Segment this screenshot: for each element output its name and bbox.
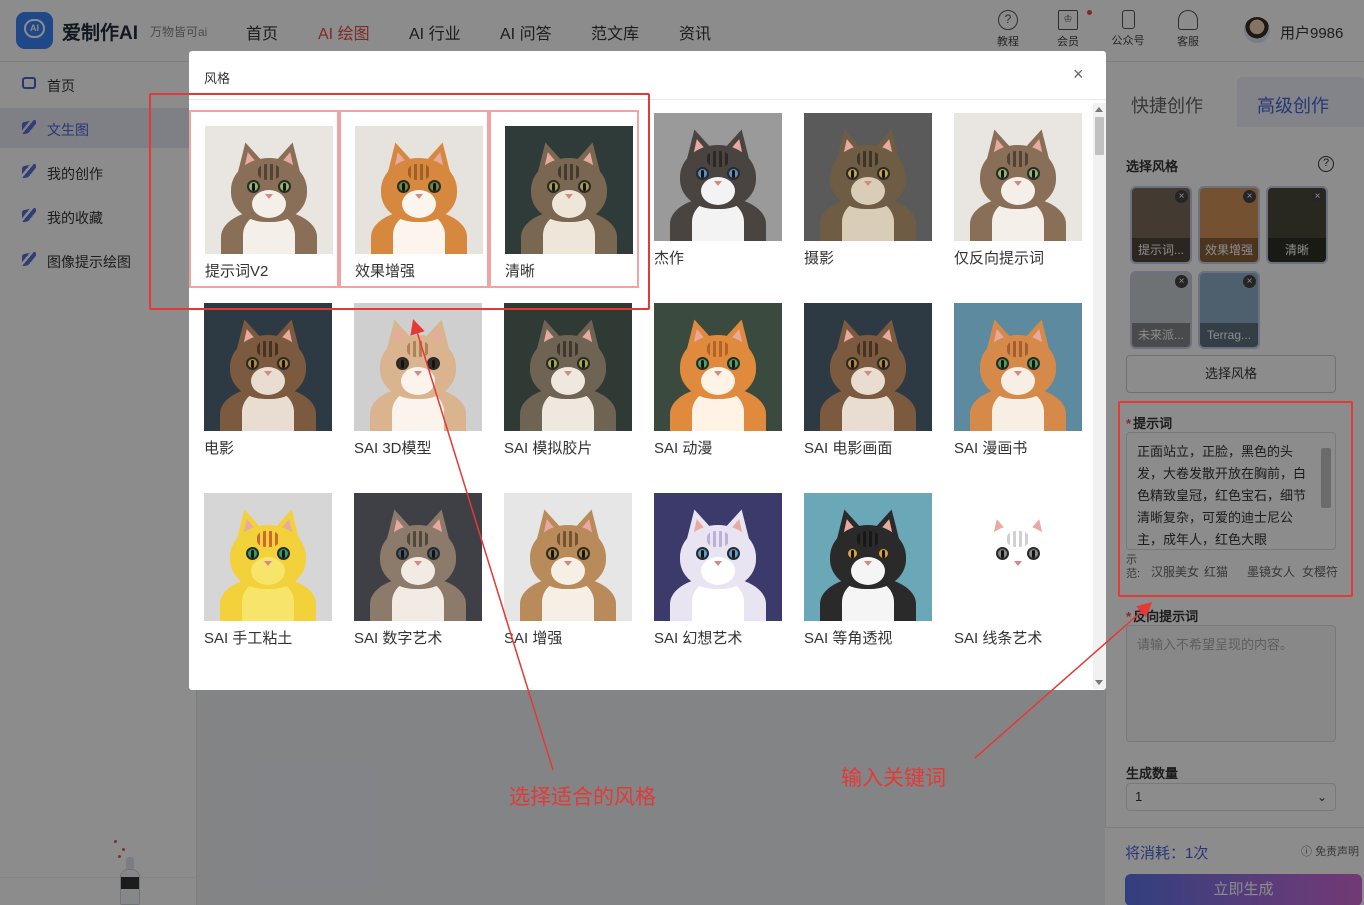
style-card[interactable]: SAI 幻想艺术 (654, 493, 784, 663)
style-card-label: SAI 电影画面 (804, 440, 893, 457)
style-preview-image (654, 493, 782, 621)
style-preview-image (204, 493, 332, 621)
style-card-label: SAI 线条艺术 (954, 630, 1043, 647)
style-card-label: SAI 等角透视 (804, 630, 893, 647)
style-card[interactable]: 电影 (204, 303, 334, 473)
style-card[interactable]: SAI 线条艺术 (954, 493, 1084, 663)
style-card-label: SAI 动漫 (654, 440, 713, 457)
scroll-down-icon[interactable] (1095, 680, 1103, 685)
style-card-label: 仅反向提示词 (954, 250, 1045, 267)
style-card-label: SAI 幻想艺术 (654, 630, 743, 647)
style-card-label: SAI 漫画书 (954, 440, 1028, 457)
style-card[interactable]: SAI 等角透视 (804, 493, 934, 663)
style-card-label: 摄影 (804, 250, 835, 267)
style-card[interactable]: 仅反向提示词 (954, 113, 1084, 283)
style-card[interactable]: SAI 增强 (504, 493, 634, 663)
annotation-select-style: 选择适合的风格 (509, 786, 656, 809)
style-preview-image (504, 303, 632, 431)
style-card-label: SAI 3D模型 (354, 440, 432, 457)
style-preview-image (954, 113, 1082, 241)
style-card[interactable]: 摄影 (804, 113, 934, 283)
style-card-label: 杰作 (654, 250, 685, 267)
highlight-prompt-input (1118, 401, 1353, 597)
style-card[interactable]: SAI 漫画书 (954, 303, 1084, 473)
style-card-label: SAI 手工粘土 (204, 630, 293, 647)
style-preview-image (504, 493, 632, 621)
style-card-label: SAI 数字艺术 (354, 630, 443, 647)
style-card[interactable]: 杰作 (654, 113, 784, 283)
style-card-label: SAI 模拟胶片 (504, 440, 593, 457)
style-card-label: SAI 增强 (504, 630, 563, 647)
highlight-style-selection (149, 93, 650, 310)
style-card[interactable]: SAI 电影画面 (804, 303, 934, 473)
style-card[interactable]: SAI 手工粘土 (204, 493, 334, 663)
style-preview-image (804, 113, 932, 241)
style-card[interactable]: SAI 模拟胶片 (504, 303, 634, 473)
style-preview-image (204, 303, 332, 431)
modal-scrollbar[interactable] (1093, 103, 1106, 689)
style-card[interactable]: SAI 数字艺术 (354, 493, 484, 663)
style-card-label: 电影 (204, 440, 235, 457)
style-preview-image (804, 493, 932, 621)
style-preview-image (354, 303, 482, 431)
style-preview-image (804, 303, 932, 431)
close-icon[interactable]: × (1073, 65, 1084, 83)
modal-title: 风格 (204, 71, 231, 86)
style-card[interactable]: SAI 3D模型 (354, 303, 484, 473)
style-preview-image (354, 493, 482, 621)
scroll-thumb[interactable] (1095, 117, 1104, 155)
style-preview-image (654, 113, 782, 241)
style-preview-image (654, 303, 782, 431)
scroll-up-icon[interactable] (1095, 107, 1103, 112)
style-card[interactable]: SAI 动漫 (654, 303, 784, 473)
style-preview-image (954, 493, 1082, 621)
style-preview-image (954, 303, 1082, 431)
annotation-enter-keywords: 输入关键词 (841, 767, 946, 790)
